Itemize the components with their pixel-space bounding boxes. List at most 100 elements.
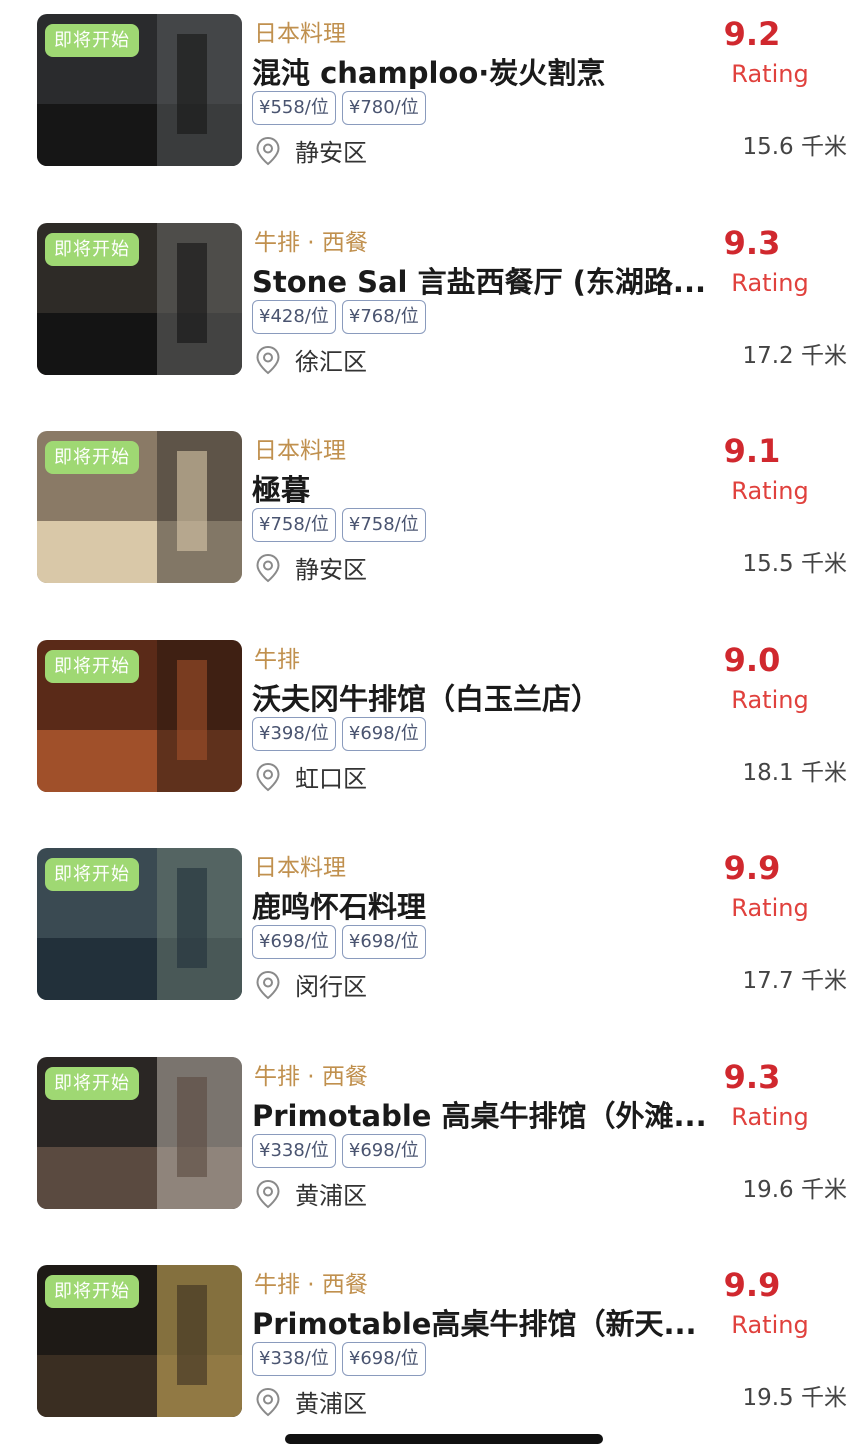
distance-label: 17.2 千米 xyxy=(742,343,847,369)
cuisine-label: 日本料理 xyxy=(254,438,346,464)
restaurant-name[interactable]: Primotable 高桌牛排馆（外滩... xyxy=(252,1093,740,1135)
status-badge: 即将开始 xyxy=(45,24,139,57)
restaurant-card[interactable]: 即将开始 牛排 · 西餐 Primotable高桌牛排馆（新天... ¥338/… xyxy=(0,1251,855,1444)
rating-label: Rating xyxy=(731,1311,809,1339)
rating-label: Rating xyxy=(731,894,809,922)
rating-label: Rating xyxy=(731,60,809,88)
restaurant-name[interactable]: 鹿鸣怀石料理 xyxy=(252,884,740,926)
location: 静安区 xyxy=(255,133,367,168)
rating-score: 9.2 xyxy=(723,15,781,53)
rating-label: Rating xyxy=(731,477,809,505)
price-tag-dinner: ¥698/位 xyxy=(341,1342,426,1376)
district-label: 虹口区 xyxy=(295,765,367,793)
location-pin-icon xyxy=(256,553,280,582)
restaurant-name[interactable]: 沃夫冈牛排馆（白玉兰店） xyxy=(252,676,740,718)
restaurant-card[interactable]: 即将开始 牛排 · 西餐 Stone Sal 言盐西餐厅 (东湖路... ¥42… xyxy=(0,209,855,417)
restaurant-card[interactable]: 即将开始 日本料理 極暮 ¥758/位 ¥758/位 静安区 9.1 Ratin… xyxy=(0,417,855,625)
status-badge: 即将开始 xyxy=(45,858,139,891)
district-label: 静安区 xyxy=(295,556,367,584)
location: 黄浦区 xyxy=(255,1176,367,1211)
price-tags: ¥338/位 ¥698/位 xyxy=(252,1134,426,1168)
rating-score: 9.3 xyxy=(723,1058,781,1096)
distance-label: 17.7 千米 xyxy=(742,968,847,994)
price-tag-dinner: ¥758/位 xyxy=(341,508,426,542)
price-tags: ¥558/位 ¥780/位 xyxy=(252,91,426,125)
location: 黄浦区 xyxy=(255,1384,367,1419)
status-badge: 即将开始 xyxy=(45,1067,139,1100)
price-tag-lunch: ¥338/位 xyxy=(252,1134,336,1168)
restaurant-card[interactable]: 即将开始 日本料理 混沌 champloo·炭火割烹 ¥558/位 ¥780/位… xyxy=(0,0,855,208)
rating-score: 9.0 xyxy=(723,641,781,679)
price-tag-lunch: ¥758/位 xyxy=(252,508,336,542)
district-label: 徐汇区 xyxy=(295,348,367,376)
cuisine-label: 牛排 xyxy=(254,647,300,673)
status-badge: 即将开始 xyxy=(45,1275,139,1308)
price-tag-lunch: ¥338/位 xyxy=(252,1342,336,1376)
price-tag-lunch: ¥428/位 xyxy=(252,300,336,334)
restaurant-name[interactable]: Stone Sal 言盐西餐厅 (东湖路... xyxy=(252,259,740,301)
rating-label: Rating xyxy=(731,269,809,297)
price-tag-lunch: ¥398/位 xyxy=(252,717,336,751)
price-tag-dinner: ¥698/位 xyxy=(341,925,426,959)
restaurant-name[interactable]: 混沌 champloo·炭火割烹 xyxy=(252,50,740,92)
location: 静安区 xyxy=(255,550,367,585)
restaurant-card[interactable]: 即将开始 牛排 · 西餐 Primotable 高桌牛排馆（外滩... ¥338… xyxy=(0,1043,855,1251)
restaurant-photo[interactable]: 即将开始 xyxy=(37,640,242,792)
price-tag-lunch: ¥698/位 xyxy=(252,925,336,959)
price-tags: ¥398/位 ¥698/位 xyxy=(252,717,426,751)
location-pin-icon xyxy=(256,970,280,999)
cuisine-label: 日本料理 xyxy=(254,855,346,881)
price-tags: ¥428/位 ¥768/位 xyxy=(252,300,426,334)
rating-score: 9.9 xyxy=(723,849,781,887)
status-badge: 即将开始 xyxy=(45,441,139,474)
restaurant-photo[interactable]: 即将开始 xyxy=(37,848,242,1000)
price-tags: ¥758/位 ¥758/位 xyxy=(252,508,426,542)
distance-label: 19.5 千米 xyxy=(742,1385,847,1411)
cuisine-label: 牛排 · 西餐 xyxy=(254,230,368,256)
restaurant-photo[interactable]: 即将开始 xyxy=(37,1265,242,1417)
status-badge: 即将开始 xyxy=(45,233,139,266)
status-badge: 即将开始 xyxy=(45,650,139,683)
restaurant-photo[interactable]: 即将开始 xyxy=(37,431,242,583)
price-tags: ¥338/位 ¥698/位 xyxy=(252,1342,426,1376)
price-tag-lunch: ¥558/位 xyxy=(252,91,336,125)
distance-label: 18.1 千米 xyxy=(742,760,847,786)
cuisine-label: 牛排 · 西餐 xyxy=(254,1272,368,1298)
location-pin-icon xyxy=(256,1387,280,1416)
restaurant-name[interactable]: 極暮 xyxy=(252,467,740,509)
price-tag-dinner: ¥780/位 xyxy=(341,91,426,125)
location-pin-icon xyxy=(256,1179,280,1208)
distance-label: 19.6 千米 xyxy=(742,1177,847,1203)
restaurant-card[interactable]: 即将开始 日本料理 鹿鸣怀石料理 ¥698/位 ¥698/位 闵行区 9.9 R… xyxy=(0,834,855,1042)
location-pin-icon xyxy=(256,136,280,165)
restaurant-photo[interactable]: 即将开始 xyxy=(37,1057,242,1209)
district-label: 黄浦区 xyxy=(295,1390,367,1418)
restaurant-card[interactable]: 即将开始 牛排 沃夫冈牛排馆（白玉兰店） ¥398/位 ¥698/位 虹口区 9… xyxy=(0,626,855,834)
restaurant-name[interactable]: Primotable高桌牛排馆（新天... xyxy=(252,1301,740,1343)
home-indicator[interactable] xyxy=(285,1434,603,1444)
restaurant-list: 即将开始 日本料理 混沌 champloo·炭火割烹 ¥558/位 ¥780/位… xyxy=(0,0,855,1442)
cuisine-label: 牛排 · 西餐 xyxy=(254,1064,368,1090)
location: 闵行区 xyxy=(255,967,367,1002)
price-tag-dinner: ¥698/位 xyxy=(341,717,426,751)
location-pin-icon xyxy=(256,345,280,374)
district-label: 闵行区 xyxy=(295,973,367,1001)
location: 徐汇区 xyxy=(255,342,367,377)
price-tag-dinner: ¥698/位 xyxy=(341,1134,426,1168)
rating-score: 9.3 xyxy=(723,224,781,262)
rating-label: Rating xyxy=(731,686,809,714)
rating-label: Rating xyxy=(731,1103,809,1131)
district-label: 黄浦区 xyxy=(295,1182,367,1210)
restaurant-photo[interactable]: 即将开始 xyxy=(37,14,242,166)
location-pin-icon xyxy=(256,762,280,791)
rating-score: 9.9 xyxy=(723,1266,781,1304)
district-label: 静安区 xyxy=(295,139,367,167)
distance-label: 15.6 千米 xyxy=(742,134,847,160)
price-tags: ¥698/位 ¥698/位 xyxy=(252,925,426,959)
cuisine-label: 日本料理 xyxy=(254,21,346,47)
distance-label: 15.5 千米 xyxy=(742,551,847,577)
location: 虹口区 xyxy=(255,759,367,794)
restaurant-photo[interactable]: 即将开始 xyxy=(37,223,242,375)
rating-score: 9.1 xyxy=(723,432,781,470)
price-tag-dinner: ¥768/位 xyxy=(341,300,426,334)
